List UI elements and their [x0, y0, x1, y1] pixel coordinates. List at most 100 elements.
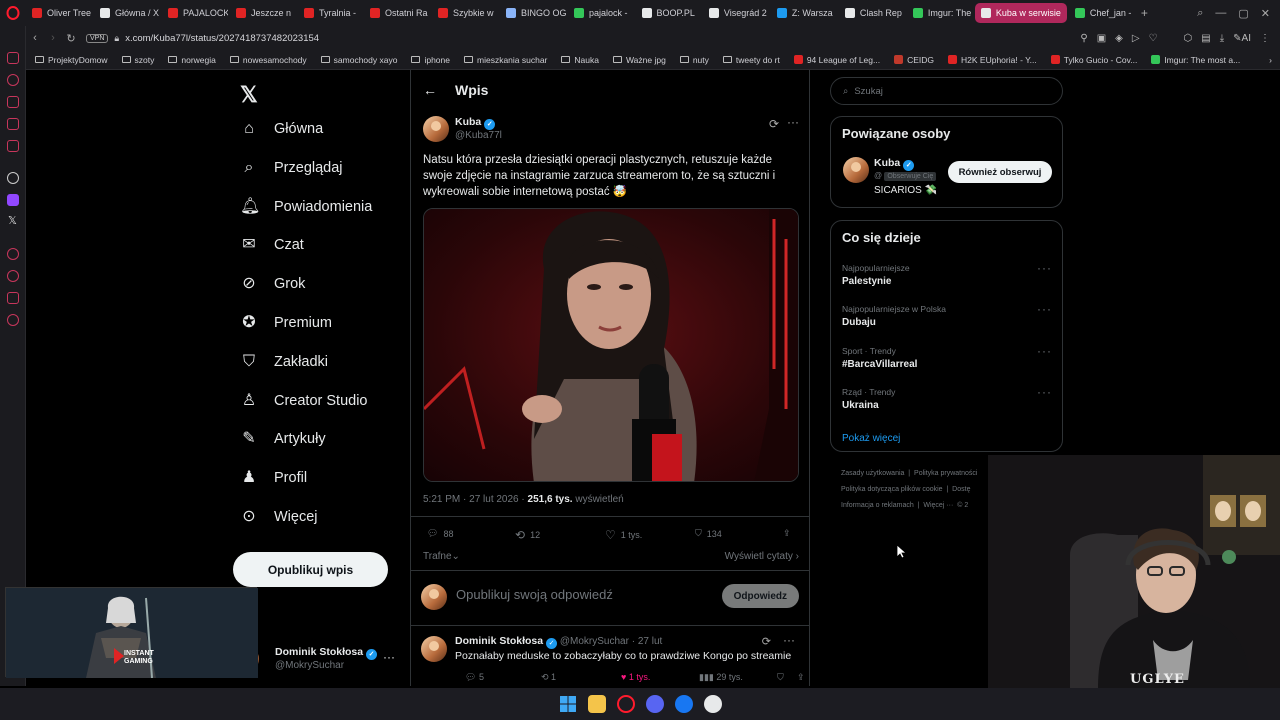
- new-tab-button[interactable]: +: [1135, 6, 1154, 20]
- author-handle[interactable]: @Kuba77l: [455, 130, 502, 141]
- browser-tab[interactable]: Clash Rep: [839, 3, 905, 23]
- bookmark-item[interactable]: mieszkania suchar: [464, 55, 547, 65]
- reply-share-icon[interactable]: ⇪: [797, 672, 805, 683]
- windows-start-icon[interactable]: [559, 695, 577, 713]
- browser-tab[interactable]: Ostatni Ra: [364, 3, 430, 23]
- reply-time[interactable]: · 27 lut: [632, 636, 663, 647]
- sort-dropdown[interactable]: Trafne⌄: [423, 551, 460, 562]
- settings-icon[interactable]: [7, 314, 19, 326]
- nav-item[interactable]: ⊙ Więcej: [240, 508, 317, 526]
- reply-like-action[interactable]: ♥ 1 tys.: [621, 672, 650, 682]
- bookmark-item[interactable]: nowesamochody: [229, 55, 307, 65]
- shield-icon[interactable]: ◈: [1115, 33, 1123, 44]
- reply-item[interactable]: Dominik Stokłosa ✓ @MokrySuchar · 27 lut …: [421, 632, 805, 686]
- history-icon[interactable]: [7, 74, 19, 86]
- browser-tab[interactable]: Szybkie w: [432, 3, 498, 23]
- browser-tab[interactable]: Z: Warsza: [771, 3, 837, 23]
- tweet-video[interactable]: [423, 208, 799, 482]
- trend-item[interactable]: Najpopularniejsze w Polska Dubaju ···: [842, 302, 1052, 328]
- nav-item[interactable]: ✎ Artykuły: [240, 430, 325, 448]
- clock-icon[interactable]: [7, 248, 19, 260]
- show-more-link[interactable]: Pokaż więcej: [842, 433, 900, 444]
- nav-item[interactable]: ⛉ Zakładki: [240, 353, 328, 371]
- aria-ai-button[interactable]: ✎AI: [1233, 33, 1251, 44]
- browser-tab[interactable]: Jeszcze n: [230, 3, 296, 23]
- nav-item[interactable]: ✪ Premium: [240, 314, 332, 332]
- snapshot-icon[interactable]: ▣: [1097, 33, 1106, 44]
- trend-more-icon[interactable]: ···: [1037, 385, 1052, 399]
- follow-back-button[interactable]: Również obserwuj: [948, 161, 1052, 183]
- footer-privacy[interactable]: Polityka prywatności: [914, 470, 977, 477]
- bookmark-item[interactable]: tweety do rt: [722, 55, 780, 65]
- nav-item[interactable]: ♟ Profil: [240, 469, 307, 487]
- reply-input[interactable]: Opublikuj swoją odpowiedź: [456, 587, 613, 602]
- browser-tab[interactable]: Kuba w serwisie: [974, 3, 1067, 23]
- close-window-button[interactable]: ✕: [1261, 7, 1270, 20]
- repost-action[interactable]: ⟲ 12: [515, 528, 540, 542]
- menu-icon[interactable]: ⋮: [1260, 33, 1270, 44]
- reply-bookmark-icon[interactable]: ⛉: [777, 672, 784, 683]
- opera-logo-icon[interactable]: [0, 0, 26, 26]
- browser-tab[interactable]: Visegrád 2: [703, 3, 769, 23]
- timer-icon[interactable]: [7, 270, 19, 282]
- bookmark-item[interactable]: 94 League of Leg...: [793, 55, 880, 65]
- trend-item[interactable]: Rząd · Trendy Ukraina ···: [842, 385, 1052, 411]
- bookmark-item[interactable]: CEIDG: [894, 55, 934, 65]
- trend-more-icon[interactable]: ···: [1037, 261, 1052, 275]
- trend-item[interactable]: Najpopularniejsze Palestynie ···: [842, 261, 1052, 287]
- reply-repost-action[interactable]: ⟲ 1: [541, 672, 556, 683]
- reply-reply-action[interactable]: 💬︎ 5: [465, 672, 484, 683]
- pin-icon[interactable]: ⚲: [1080, 33, 1087, 44]
- browser-tab[interactable]: Oliver Tree: [26, 3, 92, 23]
- author-avatar[interactable]: [423, 116, 449, 142]
- lock-icon[interactable]: 🔒︎: [114, 33, 119, 44]
- footer-terms[interactable]: Zasady użytkowania: [841, 470, 904, 477]
- bookmark-item[interactable]: Imgur: The most a...: [1151, 55, 1240, 65]
- reply-handle[interactable]: @MokrySuchar: [560, 636, 629, 647]
- search-input[interactable]: ⌕ Szukaj: [830, 77, 1063, 105]
- share-icon[interactable]: ⇪: [783, 528, 791, 539]
- footer-accessibility[interactable]: Dostę: [952, 486, 970, 493]
- post-time[interactable]: 5:21 PM · 27 lut 2026 ·: [423, 494, 528, 505]
- bookmark-item[interactable]: Nauka: [561, 55, 599, 65]
- nav-item[interactable]: 🔔︎ Powiadomienia: [240, 198, 372, 216]
- url-field[interactable]: x.com/Kuba77l/status/2027418737482023154: [125, 33, 319, 44]
- reply-more-icon[interactable]: ···: [783, 633, 795, 647]
- nav-item[interactable]: ⌂ Główna: [240, 120, 323, 138]
- browser-tab[interactable]: Chef_jan -: [1069, 3, 1135, 23]
- reply-author[interactable]: Dominik Stokłosa: [455, 635, 543, 647]
- browser-tab[interactable]: BOOP.PL: [636, 3, 701, 23]
- bookmark-item[interactable]: Tylko Gucio - Cov...: [1050, 55, 1137, 65]
- reload-icon[interactable]: ↻: [62, 32, 80, 45]
- browser-tab[interactable]: pajalock -: [568, 3, 634, 23]
- author-name[interactable]: Kuba: [455, 116, 481, 128]
- bookmarks-overflow-icon[interactable]: ›: [1269, 55, 1280, 65]
- nav-item[interactable]: ⊘ Grok: [240, 275, 305, 293]
- browser-tab[interactable]: BINGO OG: [500, 3, 566, 23]
- opera-gx-icon[interactable]: [616, 695, 635, 713]
- browser-tab[interactable]: Główna / X: [94, 3, 160, 23]
- bookmark-item[interactable]: H2K EUphoria! - Y...: [948, 55, 1037, 65]
- search-tabs-icon[interactable]: ⌕: [1197, 7, 1203, 20]
- bookmark-item[interactable]: szoty: [121, 55, 154, 65]
- download-icon[interactable]: ⤓: [1220, 33, 1224, 44]
- wallet-icon[interactable]: [7, 118, 19, 130]
- footer-cookies[interactable]: Polityka dotycząca plików cookie: [841, 486, 943, 493]
- music-icon[interactable]: [7, 140, 19, 152]
- related-avatar[interactable]: [843, 157, 869, 183]
- trend-more-icon[interactable]: ···: [1037, 344, 1052, 358]
- like-action[interactable]: ♡ 1 tys.: [605, 528, 642, 542]
- reply-action[interactable]: 💬︎ 88: [427, 528, 453, 539]
- grok-explain-icon[interactable]: ⟳: [769, 117, 779, 131]
- nav-item[interactable]: ✉ Czat: [240, 236, 304, 254]
- account-switcher[interactable]: Dominik Stokłosa ✓ @MokrySuchar ···: [233, 644, 400, 674]
- nav-item[interactable]: ⌕ Przeglądaj: [240, 159, 343, 177]
- x-app-icon[interactable]: 𝕏: [8, 214, 17, 227]
- trend-more-icon[interactable]: ···: [1037, 302, 1052, 316]
- trend-item[interactable]: Sport · Trendy #BarcaVillarreal ···: [842, 344, 1052, 370]
- related-name[interactable]: Kuba: [874, 157, 900, 169]
- reply-button[interactable]: Odpowiedz: [721, 584, 799, 608]
- bookmark-item[interactable]: iphone: [411, 55, 450, 65]
- extensions-icon[interactable]: ⬡: [1184, 33, 1193, 44]
- back-arrow-icon[interactable]: ←: [423, 82, 437, 98]
